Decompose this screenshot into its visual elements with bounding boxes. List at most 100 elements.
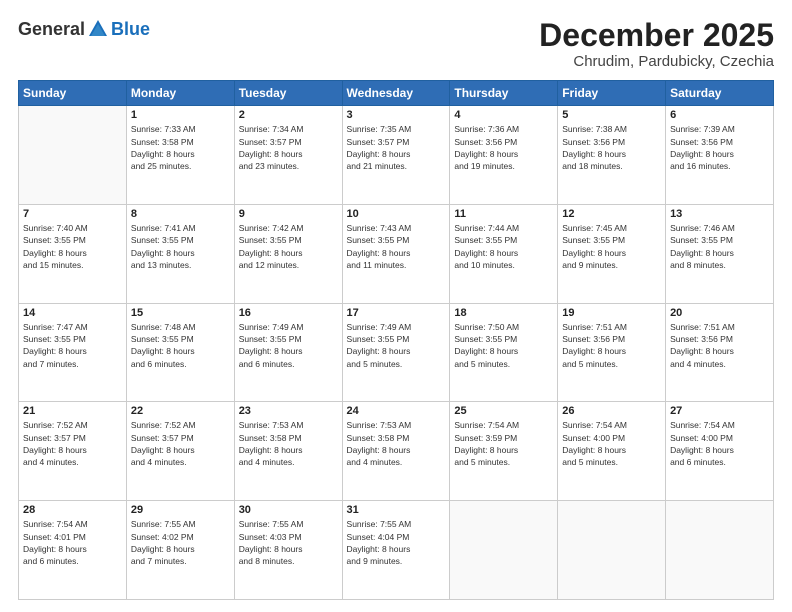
day-cell: 8 Sunrise: 7:41 AMSunset: 3:55 PMDaylight… bbox=[126, 204, 234, 303]
day-info: Sunrise: 7:41 AMSunset: 3:55 PMDaylight:… bbox=[131, 222, 230, 271]
col-friday: Friday bbox=[558, 81, 666, 106]
title-block: December 2025 Chrudim, Pardubicky, Czech… bbox=[539, 18, 774, 70]
day-info: Sunrise: 7:55 AMSunset: 4:02 PMDaylight:… bbox=[131, 518, 230, 567]
day-info: Sunrise: 7:52 AMSunset: 3:57 PMDaylight:… bbox=[131, 419, 230, 468]
week-row-3: 14 Sunrise: 7:47 AMSunset: 3:55 PMDayligh… bbox=[19, 303, 774, 402]
col-wednesday: Wednesday bbox=[342, 81, 450, 106]
day-info: Sunrise: 7:35 AMSunset: 3:57 PMDaylight:… bbox=[347, 123, 446, 172]
day-cell: 24 Sunrise: 7:53 AMSunset: 3:58 PMDayligh… bbox=[342, 402, 450, 501]
day-info: Sunrise: 7:46 AMSunset: 3:55 PMDaylight:… bbox=[670, 222, 769, 271]
day-info: Sunrise: 7:54 AMSunset: 3:59 PMDaylight:… bbox=[454, 419, 553, 468]
week-row-2: 7 Sunrise: 7:40 AMSunset: 3:55 PMDaylight… bbox=[19, 204, 774, 303]
day-number: 2 bbox=[239, 109, 338, 121]
day-number: 14 bbox=[23, 307, 122, 319]
day-cell: 19 Sunrise: 7:51 AMSunset: 3:56 PMDayligh… bbox=[558, 303, 666, 402]
day-info: Sunrise: 7:43 AMSunset: 3:55 PMDaylight:… bbox=[347, 222, 446, 271]
day-number: 7 bbox=[23, 208, 122, 220]
day-cell: 16 Sunrise: 7:49 AMSunset: 3:55 PMDayligh… bbox=[234, 303, 342, 402]
day-number: 25 bbox=[454, 405, 553, 417]
logo-text: General Blue bbox=[18, 18, 150, 40]
day-number: 30 bbox=[239, 504, 338, 516]
location: Chrudim, Pardubicky, Czechia bbox=[539, 53, 774, 70]
day-cell: 18Sunrise: 7:50 AMSunset: 3:55 PMDayligh… bbox=[450, 303, 558, 402]
day-cell: 12Sunrise: 7:45 AMSunset: 3:55 PMDayligh… bbox=[558, 204, 666, 303]
day-cell: 7 Sunrise: 7:40 AMSunset: 3:55 PMDaylight… bbox=[19, 204, 127, 303]
day-number: 6 bbox=[670, 109, 769, 121]
day-cell: 22 Sunrise: 7:52 AMSunset: 3:57 PMDayligh… bbox=[126, 402, 234, 501]
logo: General Blue bbox=[18, 18, 150, 40]
col-thursday: Thursday bbox=[450, 81, 558, 106]
day-info: Sunrise: 7:51 AMSunset: 3:56 PMDaylight:… bbox=[562, 321, 661, 370]
day-cell: 3 Sunrise: 7:35 AMSunset: 3:57 PMDaylight… bbox=[342, 106, 450, 205]
day-number: 3 bbox=[347, 109, 446, 121]
day-info: Sunrise: 7:49 AMSunset: 3:55 PMDaylight:… bbox=[347, 321, 446, 370]
day-number: 23 bbox=[239, 405, 338, 417]
day-info: Sunrise: 7:44 AMSunset: 3:55 PMDaylight:… bbox=[454, 222, 553, 271]
day-number: 8 bbox=[131, 208, 230, 220]
day-cell: 30 Sunrise: 7:55 AMSunset: 4:03 PMDayligh… bbox=[234, 501, 342, 600]
day-number: 11 bbox=[454, 208, 553, 220]
week-row-5: 28Sunrise: 7:54 AMSunset: 4:01 PMDayligh… bbox=[19, 501, 774, 600]
day-number: 5 bbox=[562, 109, 661, 121]
day-cell: 13Sunrise: 7:46 AMSunset: 3:55 PMDayligh… bbox=[666, 204, 774, 303]
day-number: 4 bbox=[454, 109, 553, 121]
day-cell bbox=[450, 501, 558, 600]
day-number: 24 bbox=[347, 405, 446, 417]
day-cell bbox=[666, 501, 774, 600]
day-cell: 1 Sunrise: 7:33 AMSunset: 3:58 PMDaylight… bbox=[126, 106, 234, 205]
page: General Blue December 2025 Chrudim, Pard… bbox=[0, 0, 792, 612]
day-info: Sunrise: 7:47 AMSunset: 3:55 PMDaylight:… bbox=[23, 321, 122, 370]
day-number: 26 bbox=[562, 405, 661, 417]
day-info: Sunrise: 7:45 AMSunset: 3:55 PMDaylight:… bbox=[562, 222, 661, 271]
day-cell: 5 Sunrise: 7:38 AMSunset: 3:56 PMDaylight… bbox=[558, 106, 666, 205]
day-number: 9 bbox=[239, 208, 338, 220]
day-number: 10 bbox=[347, 208, 446, 220]
day-info: Sunrise: 7:50 AMSunset: 3:55 PMDaylight:… bbox=[454, 321, 553, 370]
day-info: Sunrise: 7:40 AMSunset: 3:55 PMDaylight:… bbox=[23, 222, 122, 271]
day-info: Sunrise: 7:54 AMSunset: 4:00 PMDaylight:… bbox=[670, 419, 769, 468]
day-cell: 10 Sunrise: 7:43 AMSunset: 3:55 PMDayligh… bbox=[342, 204, 450, 303]
header: General Blue December 2025 Chrudim, Pard… bbox=[18, 18, 774, 70]
day-cell: 2 Sunrise: 7:34 AMSunset: 3:57 PMDaylight… bbox=[234, 106, 342, 205]
day-info: Sunrise: 7:38 AMSunset: 3:56 PMDaylight:… bbox=[562, 123, 661, 172]
day-number: 19 bbox=[562, 307, 661, 319]
day-cell: 28Sunrise: 7:54 AMSunset: 4:01 PMDayligh… bbox=[19, 501, 127, 600]
day-number: 17 bbox=[347, 307, 446, 319]
day-cell: 11 Sunrise: 7:44 AMSunset: 3:55 PMDayligh… bbox=[450, 204, 558, 303]
day-info: Sunrise: 7:54 AMSunset: 4:00 PMDaylight:… bbox=[562, 419, 661, 468]
day-number: 22 bbox=[131, 405, 230, 417]
day-cell: 6 Sunrise: 7:39 AMSunset: 3:56 PMDaylight… bbox=[666, 106, 774, 205]
day-info: Sunrise: 7:55 AMSunset: 4:03 PMDaylight:… bbox=[239, 518, 338, 567]
col-tuesday: Tuesday bbox=[234, 81, 342, 106]
day-info: Sunrise: 7:49 AMSunset: 3:55 PMDaylight:… bbox=[239, 321, 338, 370]
day-info: Sunrise: 7:39 AMSunset: 3:56 PMDaylight:… bbox=[670, 123, 769, 172]
calendar-table: Sunday Monday Tuesday Wednesday Thursday… bbox=[18, 80, 774, 600]
day-cell: 21 Sunrise: 7:52 AMSunset: 3:57 PMDayligh… bbox=[19, 402, 127, 501]
day-cell: 17 Sunrise: 7:49 AMSunset: 3:55 PMDayligh… bbox=[342, 303, 450, 402]
day-cell: 20Sunrise: 7:51 AMSunset: 3:56 PMDayligh… bbox=[666, 303, 774, 402]
col-monday: Monday bbox=[126, 81, 234, 106]
day-info: Sunrise: 7:34 AMSunset: 3:57 PMDaylight:… bbox=[239, 123, 338, 172]
day-info: Sunrise: 7:54 AMSunset: 4:01 PMDaylight:… bbox=[23, 518, 122, 567]
day-info: Sunrise: 7:53 AMSunset: 3:58 PMDaylight:… bbox=[239, 419, 338, 468]
week-row-1: 1 Sunrise: 7:33 AMSunset: 3:58 PMDaylight… bbox=[19, 106, 774, 205]
day-cell: 29Sunrise: 7:55 AMSunset: 4:02 PMDayligh… bbox=[126, 501, 234, 600]
day-info: Sunrise: 7:55 AMSunset: 4:04 PMDaylight:… bbox=[347, 518, 446, 567]
day-cell: 9Sunrise: 7:42 AMSunset: 3:55 PMDaylight… bbox=[234, 204, 342, 303]
day-cell: 31Sunrise: 7:55 AMSunset: 4:04 PMDayligh… bbox=[342, 501, 450, 600]
day-info: Sunrise: 7:53 AMSunset: 3:58 PMDaylight:… bbox=[347, 419, 446, 468]
logo-blue: Blue bbox=[111, 19, 150, 40]
day-info: Sunrise: 7:52 AMSunset: 3:57 PMDaylight:… bbox=[23, 419, 122, 468]
logo-icon bbox=[87, 18, 109, 40]
col-sunday: Sunday bbox=[19, 81, 127, 106]
day-info: Sunrise: 7:33 AMSunset: 3:58 PMDaylight:… bbox=[131, 123, 230, 172]
day-number: 16 bbox=[239, 307, 338, 319]
day-cell: 14 Sunrise: 7:47 AMSunset: 3:55 PMDayligh… bbox=[19, 303, 127, 402]
day-cell bbox=[558, 501, 666, 600]
day-number: 27 bbox=[670, 405, 769, 417]
day-cell bbox=[19, 106, 127, 205]
day-number: 1 bbox=[131, 109, 230, 121]
day-info: Sunrise: 7:48 AMSunset: 3:55 PMDaylight:… bbox=[131, 321, 230, 370]
week-row-4: 21 Sunrise: 7:52 AMSunset: 3:57 PMDayligh… bbox=[19, 402, 774, 501]
day-number: 21 bbox=[23, 405, 122, 417]
